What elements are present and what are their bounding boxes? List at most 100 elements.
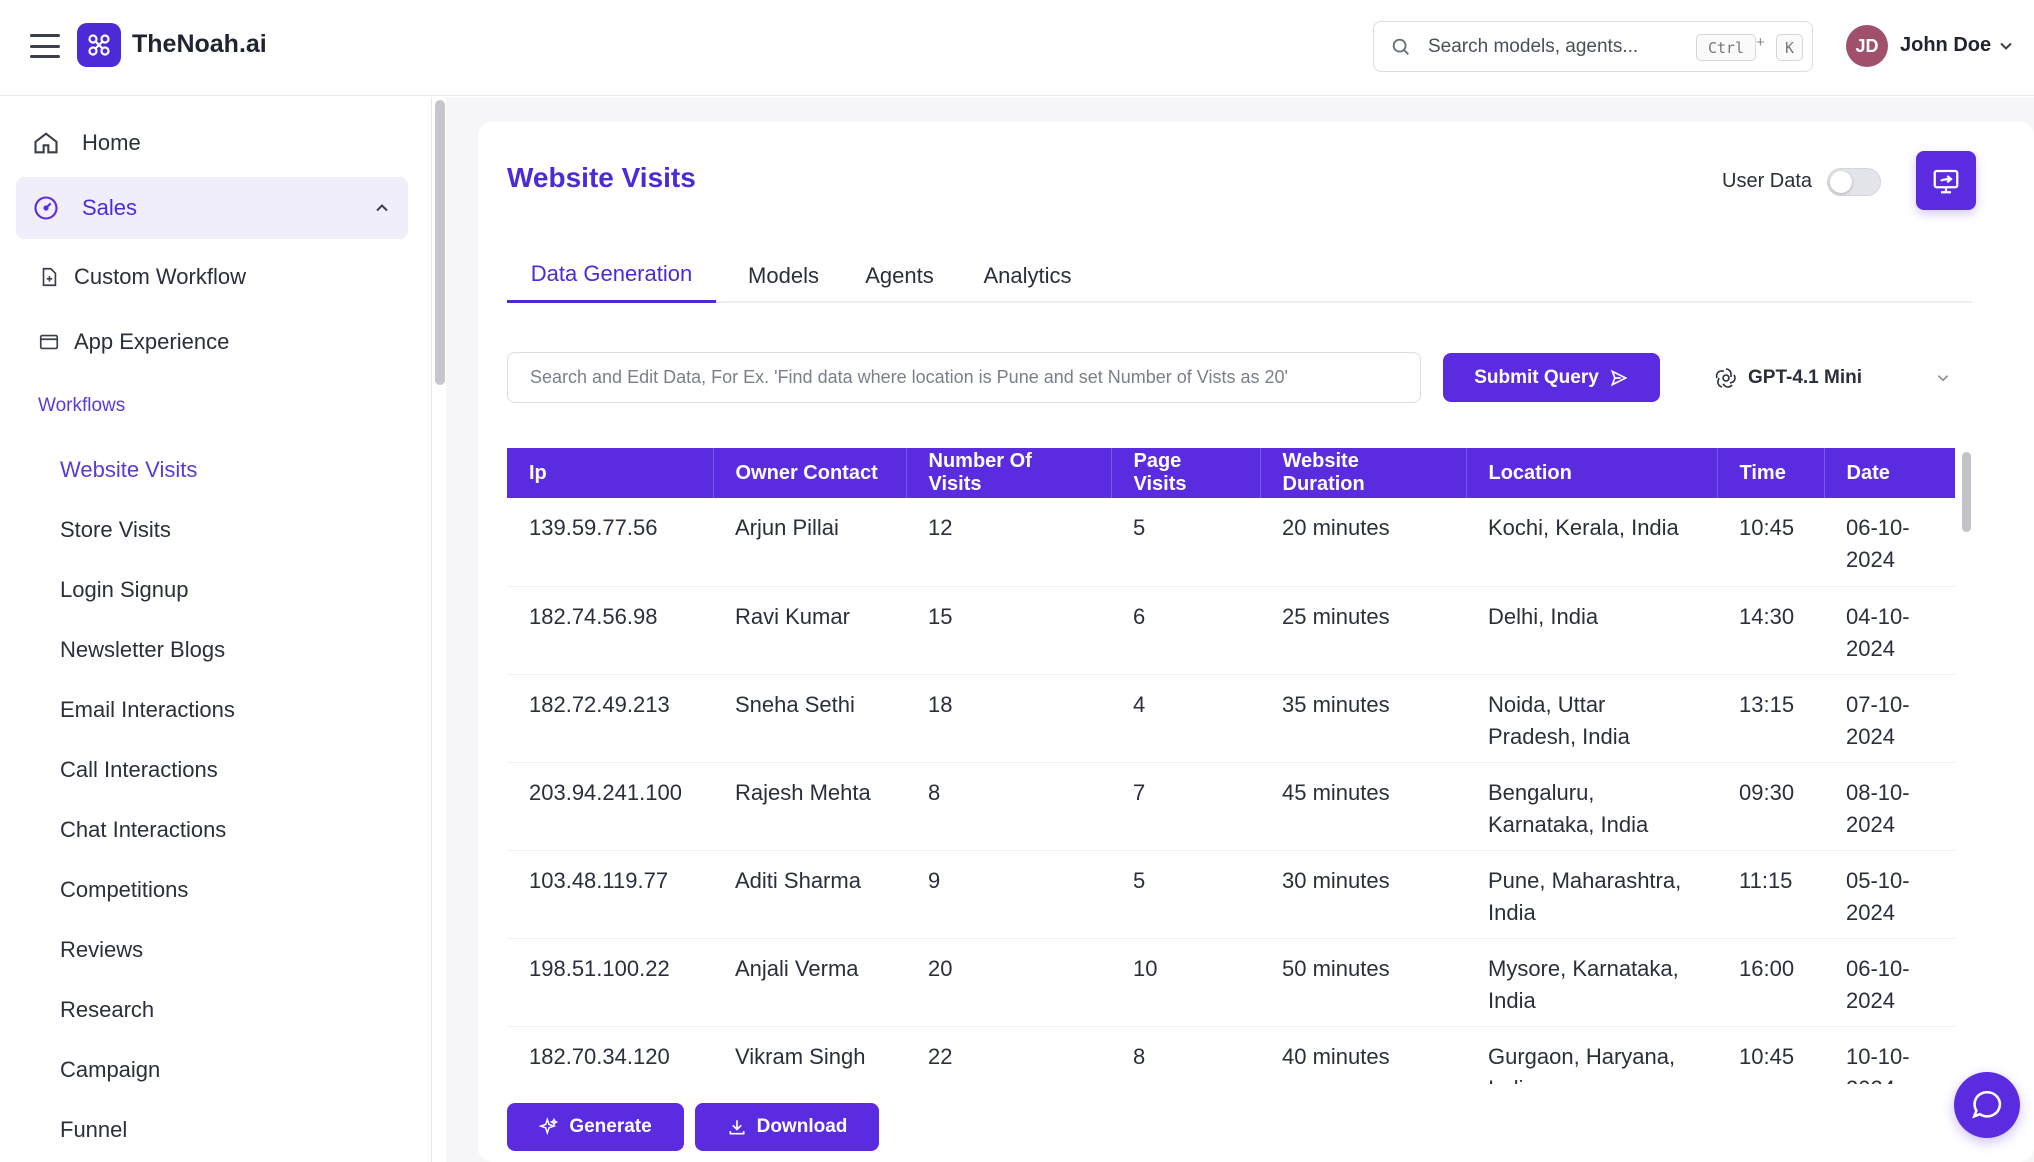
table-cell[interactable]: 07-10-2024 <box>1824 674 1955 762</box>
chevron-up-icon[interactable] <box>372 198 392 218</box>
column-header[interactable]: Owner Contact <box>713 448 907 498</box>
table-row[interactable]: 182.72.49.213 Sneha Sethi 18 4 35 minutes Noi… <box>507 674 1955 762</box>
table-cell[interactable]: Vikram Singh <box>713 1026 906 1084</box>
sidebar-item-call-interactions[interactable]: Call Interactions <box>60 757 218 783</box>
table-cell[interactable]: 10:45 <box>1717 1026 1824 1084</box>
brand-logo-icon[interactable] <box>77 23 121 67</box>
table-row[interactable]: 182.74.56.98 Ravi Kumar 15 6 25 minutes Delhi… <box>507 586 1955 674</box>
model-select[interactable]: GPT-4.1 Mini <box>1694 352 1972 403</box>
table-cell[interactable]: 35 minutes <box>1260 674 1466 762</box>
tab-data-generation[interactable]: Data Generation <box>507 248 716 303</box>
sidebar-item-app-experience[interactable]: App Experience <box>38 325 229 359</box>
table-cell[interactable]: Rajesh Mehta <box>713 762 906 850</box>
column-header[interactable]: Date <box>1824 448 1955 498</box>
sidebar-item-newsletter-blogs[interactable]: Newsletter Blogs <box>60 637 225 663</box>
column-header[interactable]: Number Of Visits <box>906 448 1112 498</box>
table-cell[interactable]: 139.59.77.56 <box>507 498 713 586</box>
data-table-container[interactable]: Ip Owner Contact Number Of Visits Page Visi… <box>507 448 1955 1084</box>
table-cell[interactable]: 20 minutes <box>1260 498 1466 586</box>
table-cell[interactable]: 08-10-2024 <box>1824 762 1955 850</box>
present-screen-button[interactable] <box>1916 151 1976 210</box>
table-cell[interactable]: 25 minutes <box>1260 586 1466 674</box>
table-cell[interactable]: Sneha Sethi <box>713 674 906 762</box>
table-cell[interactable]: 5 <box>1111 850 1260 938</box>
table-cell[interactable]: 14:30 <box>1717 586 1824 674</box>
table-cell[interactable]: Noida, Uttar Pradesh, India <box>1466 674 1717 762</box>
table-cell[interactable]: 182.72.49.213 <box>507 674 713 762</box>
table-cell[interactable]: Ravi Kumar <box>713 586 906 674</box>
sidebar-item-store-visits[interactable]: Store Visits <box>60 517 171 543</box>
table-cell[interactable]: 182.70.34.120 <box>507 1026 713 1084</box>
search-input[interactable] <box>1428 32 1678 62</box>
generate-button[interactable]: Generate <box>507 1103 684 1151</box>
sidebar-item-competitions[interactable]: Competitions <box>60 877 188 903</box>
tab-models[interactable]: Models <box>728 248 839 303</box>
table-cell[interactable]: 30 minutes <box>1260 850 1466 938</box>
sidebar-item-website-visits[interactable]: Website Visits <box>60 457 197 483</box>
table-cell[interactable]: Mysore, Karnataka, India <box>1466 938 1717 1026</box>
table-row[interactable]: 203.94.241.100 Rajesh Mehta 8 7 45 minutes Be… <box>507 762 1955 850</box>
table-cell[interactable]: 8 <box>906 762 1111 850</box>
table-cell[interactable]: 4 <box>1111 674 1260 762</box>
column-header[interactable]: Website Duration <box>1260 448 1467 498</box>
table-cell[interactable]: 13:15 <box>1717 674 1824 762</box>
sidebar-item-home[interactable]: Home <box>32 125 141 161</box>
table-cell[interactable]: 06-10-2024 <box>1824 498 1955 586</box>
table-row[interactable]: 198.51.100.22 Anjali Verma 20 10 50 minutes M… <box>507 938 1955 1026</box>
avatar[interactable]: JD <box>1846 25 1888 67</box>
table-cell[interactable]: Kochi, Kerala, India <box>1466 498 1717 586</box>
table-row[interactable]: 182.70.34.120 Vikram Singh 22 8 40 minutes Gu… <box>507 1026 1955 1084</box>
sidebar-item-reviews[interactable]: Reviews <box>60 937 143 963</box>
table-cell[interactable]: 40 minutes <box>1260 1026 1466 1084</box>
table-cell[interactable]: 15 <box>906 586 1111 674</box>
table-cell[interactable]: 203.94.241.100 <box>507 762 713 850</box>
table-cell[interactable]: 18 <box>906 674 1111 762</box>
table-cell[interactable]: 198.51.100.22 <box>507 938 713 1026</box>
user-data-toggle[interactable] <box>1827 168 1881 196</box>
table-cell[interactable]: 10 <box>1111 938 1260 1026</box>
table-cell[interactable]: 20 <box>906 938 1111 1026</box>
table-cell[interactable]: Gurgaon, Haryana, India <box>1466 1026 1717 1085</box>
table-cell[interactable]: Bengaluru, Karnataka, India <box>1466 762 1717 850</box>
table-cell[interactable]: 11:15 <box>1717 850 1824 938</box>
table-cell[interactable]: Aditi Sharma <box>713 850 906 938</box>
table-cell[interactable]: 7 <box>1111 762 1260 850</box>
sidebar-item-chat-interactions[interactable]: Chat Interactions <box>60 817 226 843</box>
table-row[interactable]: 103.48.119.77 Aditi Sharma 9 5 30 minutes Pun… <box>507 850 1955 938</box>
sidebar-item-sales[interactable]: Sales <box>16 177 408 239</box>
table-cell[interactable]: 182.74.56.98 <box>507 586 713 674</box>
tab-analytics[interactable]: Analytics <box>960 248 1095 303</box>
table-cell[interactable]: 8 <box>1111 1026 1260 1084</box>
query-input[interactable] <box>507 352 1421 403</box>
table-scrollbar[interactable] <box>1962 452 1971 532</box>
sidebar-item-custom-workflow[interactable]: Custom Workflow <box>38 260 246 294</box>
chat-support-button[interactable] <box>1954 1072 2020 1138</box>
table-cell[interactable]: 103.48.119.77 <box>507 850 713 938</box>
table-cell[interactable]: 10-10-2024 <box>1824 1026 1955 1085</box>
chevron-down-icon[interactable] <box>1996 36 2016 56</box>
table-cell[interactable]: Anjali Verma <box>713 938 906 1026</box>
table-cell[interactable]: 22 <box>906 1026 1111 1084</box>
column-header[interactable]: Location <box>1466 448 1718 498</box>
table-cell[interactable]: Arjun Pillai <box>713 498 906 586</box>
user-name[interactable]: John Doe <box>1900 34 1991 57</box>
column-header[interactable]: Page Visits <box>1111 448 1261 498</box>
table-cell[interactable]: 6 <box>1111 586 1260 674</box>
table-cell[interactable]: 50 minutes <box>1260 938 1466 1026</box>
sidebar-item-funnel[interactable]: Funnel <box>60 1117 127 1143</box>
sidebar-item-login-signup[interactable]: Login Signup <box>60 577 188 603</box>
table-cell[interactable]: 10:45 <box>1717 498 1824 586</box>
table-cell[interactable]: 5 <box>1111 498 1260 586</box>
sidebar-scrollbar[interactable] <box>435 100 445 385</box>
sidebar-item-email-interactions[interactable]: Email Interactions <box>60 697 235 723</box>
submit-query-button[interactable]: Submit Query <box>1443 353 1660 402</box>
download-button[interactable]: Download <box>695 1103 879 1151</box>
tab-agents[interactable]: Agents <box>847 248 952 303</box>
table-row[interactable]: 139.59.77.56 Arjun Pillai 12 5 20 minutes Koc… <box>507 498 1955 586</box>
table-cell[interactable]: 09:30 <box>1717 762 1824 850</box>
sidebar-item-campaign[interactable]: Campaign <box>60 1057 160 1083</box>
column-header[interactable]: Ip <box>507 448 714 498</box>
table-cell[interactable]: Delhi, India <box>1466 586 1717 674</box>
column-header[interactable]: Time <box>1717 448 1825 498</box>
table-cell[interactable]: 12 <box>906 498 1111 586</box>
